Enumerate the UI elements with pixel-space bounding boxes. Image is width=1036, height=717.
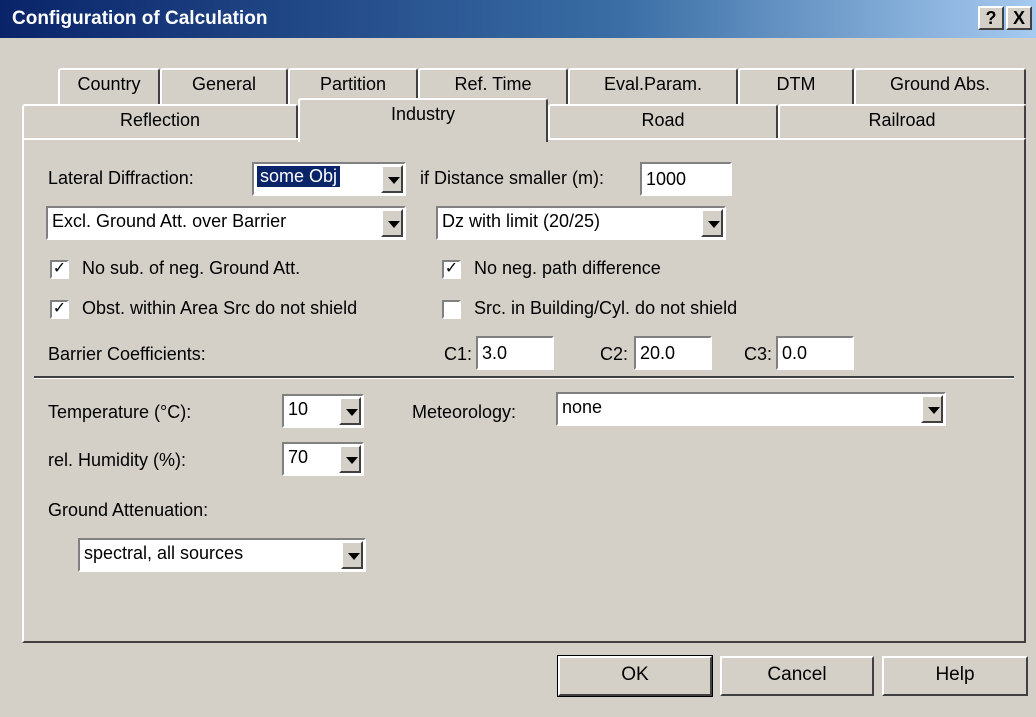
section-divider	[34, 376, 1014, 379]
tab-dtm[interactable]: DTM	[738, 68, 854, 104]
help-button[interactable]: Help	[882, 656, 1028, 696]
chevron-down-icon[interactable]	[339, 445, 361, 473]
c3-input[interactable]: 0.0	[776, 336, 854, 370]
src-building-label: Src. in Building/Cyl. do not shield	[474, 298, 738, 318]
humidity-select[interactable]: 70	[282, 442, 364, 476]
ground-attenuation-label: Ground Attenuation:	[48, 500, 209, 520]
configuration-dialog: Configuration of Calculation ? X Country…	[0, 0, 1036, 717]
distance-input[interactable]: 1000	[640, 162, 732, 196]
chevron-down-icon[interactable]	[701, 209, 723, 237]
tab-industry[interactable]: Industry	[298, 98, 548, 142]
close-icon[interactable]: X	[1006, 6, 1032, 30]
lateral-diffraction-value: some Obj	[257, 166, 341, 187]
dz-limit-select[interactable]: Dz with limit (20/25)	[436, 206, 726, 240]
industry-tab-panel: Lateral Diffraction: some Obj if Distanc…	[22, 138, 1026, 643]
obst-area-src-checkbox[interactable]: ✓	[50, 300, 69, 319]
ground-attenuation-value: spectral, all sources	[84, 543, 244, 563]
tab-ground-abs[interactable]: Ground Abs.	[854, 68, 1026, 104]
ok-button[interactable]: OK	[557, 655, 713, 697]
c2-input[interactable]: 20.0	[634, 336, 712, 370]
chevron-down-icon[interactable]	[341, 541, 363, 569]
humidity-label: rel. Humidity (%):	[48, 450, 187, 470]
src-building-checkbox[interactable]	[442, 300, 461, 319]
tab-eval-param[interactable]: Eval.Param.	[568, 68, 738, 104]
tab-railroad[interactable]: Railroad	[778, 104, 1026, 140]
barrier-coefficients-label: Barrier Coefficients:	[48, 344, 206, 364]
no-neg-path-label: No neg. path difference	[474, 258, 661, 278]
c2-label: C2:	[600, 344, 629, 364]
ground-attenuation-select[interactable]: spectral, all sources	[78, 538, 366, 572]
no-sub-neg-ground-checkbox[interactable]: ✓	[50, 260, 69, 279]
chevron-down-icon[interactable]	[381, 165, 403, 193]
lateral-diffraction-label: Lateral Diffraction:	[48, 168, 194, 188]
no-neg-path-checkbox[interactable]: ✓	[442, 260, 461, 279]
tab-road[interactable]: Road	[548, 104, 778, 140]
chevron-down-icon[interactable]	[381, 209, 403, 237]
temperature-select[interactable]: 10	[282, 394, 364, 428]
chevron-down-icon[interactable]	[339, 397, 361, 425]
c3-label: C3:	[744, 344, 773, 364]
meteorology-select[interactable]: none	[556, 392, 946, 426]
tab-reflection[interactable]: Reflection	[22, 104, 298, 140]
help-question-icon[interactable]: ?	[978, 6, 1004, 30]
no-sub-neg-ground-label: No sub. of neg. Ground Att.	[82, 258, 301, 278]
meteorology-value: none	[562, 397, 603, 417]
chevron-down-icon[interactable]	[921, 395, 943, 423]
c1-label: C1:	[444, 344, 473, 364]
title-bar[interactable]: Configuration of Calculation ? X	[0, 0, 1036, 38]
temperature-label: Temperature (°C):	[48, 402, 192, 422]
distance-label: if Distance smaller (m):	[420, 168, 605, 188]
ground-att-barrier-select[interactable]: Excl. Ground Att. over Barrier	[46, 206, 406, 240]
dz-limit-value: Dz with limit (20/25)	[442, 211, 601, 231]
meteorology-label: Meteorology:	[412, 402, 517, 422]
temperature-value: 10	[288, 399, 309, 419]
humidity-value: 70	[288, 447, 309, 467]
tab-country[interactable]: Country	[58, 68, 160, 104]
obst-area-src-label: Obst. within Area Src do not shield	[82, 298, 358, 318]
lateral-diffraction-select[interactable]: some Obj	[252, 162, 406, 196]
tab-general[interactable]: General	[160, 68, 288, 104]
ground-att-barrier-value: Excl. Ground Att. over Barrier	[52, 211, 287, 231]
c1-input[interactable]: 3.0	[476, 336, 554, 370]
dialog-title: Configuration of Calculation	[12, 8, 268, 29]
cancel-button[interactable]: Cancel	[720, 656, 874, 696]
